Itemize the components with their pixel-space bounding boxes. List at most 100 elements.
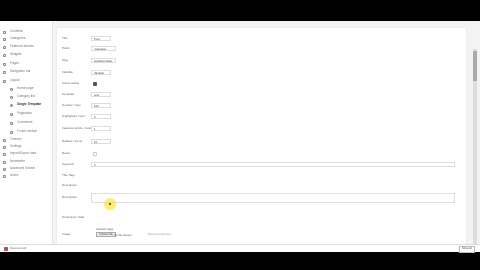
sidebar-item[interactable]: Featured articles [3,44,34,50]
sidebar-item[interactable]: Settings [3,144,22,150]
form-row: Description [62,193,462,203]
palette-icon [3,138,6,142]
star-icon [3,45,6,49]
sidebar-item-label: Single Template [17,102,42,107]
field-label: Featured article / post [62,126,92,130]
sidebar-item[interactable]: Layout [3,78,20,84]
circle-icon [10,87,13,91]
document-icon [3,30,6,34]
field-label: Related / items [62,139,83,143]
search-icon [3,167,6,171]
sidebar-item-label: Widgets [10,52,22,57]
sidebar-item-label: Category list [17,94,35,99]
sidebar-item[interactable]: Comments [10,120,32,126]
pdf-file-icon [4,246,8,251]
field-label: Variable [62,70,73,74]
download-file-name[interactable]: Document.pdf [10,247,26,250]
sidebar-item-label: Newsletter [10,159,26,164]
download-bar: Document.pdf Show all [0,244,480,253]
sidebar-item[interactable]: Users [3,173,18,179]
sidebar-item[interactable]: Newsletter [3,159,25,165]
text-input[interactable]: 100 [91,103,111,108]
field-label: Structured / data [62,215,85,219]
text-input[interactable]: mainpage [91,46,116,51]
sidebar-item-label: Pages [10,61,20,66]
sidebar-item-label: Settings [10,144,22,149]
sidebar-item-label: Featured articles [10,44,34,49]
sidebar-item-label: Footer section [17,129,38,134]
sidebar-item[interactable]: Pages [3,61,19,67]
form-row: Active status [62,81,462,86]
sidebar-item[interactable]: Advanced Search [3,166,35,172]
form-row: Title Tags [62,173,462,178]
circle-icon [10,130,13,134]
image-size-note: Recommended size [148,233,171,237]
sidebar-item[interactable]: Navigation bar [3,69,31,75]
form-row: Image Choose File No file chosen Recommende… [62,227,462,237]
form-row: Prefix mainpage [62,46,462,51]
text-input[interactable]: Variable [91,70,111,75]
circle-icon [10,103,13,107]
form-row: Slug singletemplate [62,58,462,63]
sidebar-item[interactable]: Contents [3,29,23,35]
form-row: Variable Variable [62,70,462,75]
form-row: Reset [62,151,462,156]
form-row: Structured / data [62,215,462,220]
checkbox[interactable] [93,81,97,86]
choose-file-button[interactable]: Choose File [96,232,116,237]
field-label: Title [62,36,68,40]
sidebar-item[interactable]: Widgets [3,52,22,58]
app-window: Contents Categories Featured articles Widge… [0,21,480,249]
field-label: Title Tags [62,173,75,177]
sidebar-item[interactable]: Pagination [10,111,32,117]
circle-icon [10,112,13,116]
sidebar-item[interactable]: Themes [3,137,22,143]
sidebar-item[interactable]: Home page [10,86,33,92]
text-input[interactable]: 1 [91,126,111,131]
field-label: Prefix [62,46,70,50]
widget-icon [3,53,6,57]
file-chosen-text: No file chosen [114,232,132,237]
text-input[interactable]: 10 [91,139,111,144]
form-row: Template post [62,92,462,97]
sidebar-item[interactable]: Category list [10,94,35,100]
sidebar-item-label: Navigation bar [10,69,31,74]
sidebar-item[interactable]: Footer section [10,129,37,135]
form-row: Featured article / post 1 [62,126,462,131]
scrollbar-thumb[interactable] [473,51,477,81]
sidebar-item-label: Layout [10,78,20,83]
sidebar-item-label: Comments [17,120,33,125]
sidebar: Contents Categories Featured articles Widge… [0,21,53,249]
text-input[interactable]: 0 [91,114,111,119]
field-label: Description [62,183,78,187]
field-label: Template [62,92,75,96]
sidebar-item[interactable]: Categories [3,36,25,42]
sidebar-item-label: Categories [10,36,26,41]
form-row: Keyword 3 [62,162,462,167]
textarea[interactable] [91,193,455,203]
field-label: Reset [62,151,70,155]
text-input[interactable]: post [91,92,111,97]
field-label: Highlighted / item [62,114,86,118]
checkbox[interactable] [93,151,97,156]
form-row: Description [62,183,462,188]
menu-icon [3,70,6,74]
form-row: Related / items 10 [62,139,462,144]
layout-icon [3,79,6,83]
sidebar-item-label: Contents [10,29,23,34]
field-label: Number / Item [62,103,82,107]
sidebar-item-label: Themes [10,137,22,142]
mouse-pointer [109,203,111,205]
transfer-icon [3,152,6,156]
show-all-button[interactable]: Show all [459,246,475,253]
field-label: Description [62,195,78,199]
text-input[interactable]: Post [91,36,111,41]
upload-image-label: Upload image [96,227,114,231]
text-input[interactable]: 3 [91,162,455,167]
sidebar-item-label: Home page [17,86,34,91]
field-label: Slug [62,58,69,62]
sidebar-item[interactable]: Single Template [10,102,41,108]
field-label: Image [62,232,71,236]
text-input[interactable]: singletemplate [91,58,116,63]
sidebar-item[interactable]: Import/Export data [3,151,36,157]
